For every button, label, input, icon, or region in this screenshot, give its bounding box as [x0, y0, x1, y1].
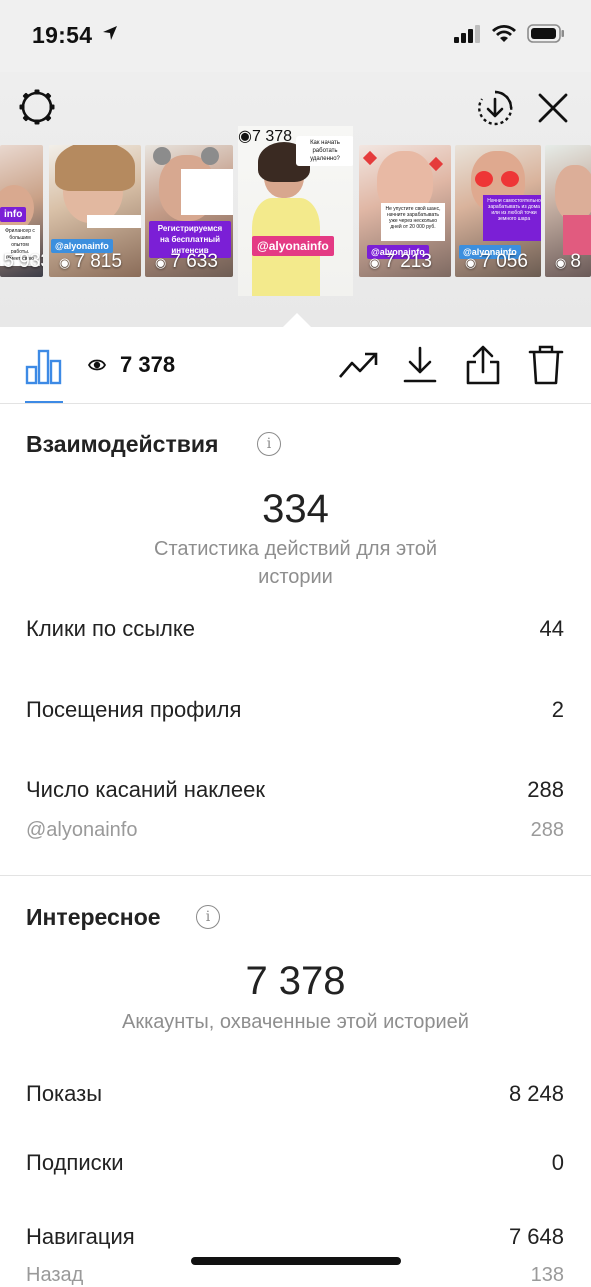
story-view-count: ◉ 7 213	[369, 251, 432, 272]
home-indicator[interactable]	[191, 1257, 401, 1265]
back-value: 138	[530, 1264, 564, 1286]
story-thumbnail[interactable]: Не упустите свой шанс, начните зарабатыв…	[359, 145, 451, 277]
follows-label: Подписки	[26, 1150, 124, 1175]
story-thumbnail[interactable]: ◉ 8	[545, 145, 591, 277]
bar-chart-icon[interactable]	[25, 347, 63, 385]
status-indicators	[454, 24, 565, 43]
gear-icon[interactable]	[18, 88, 56, 126]
navigation-label: Навигация	[26, 1224, 135, 1249]
sticker-taps-label: Число касаний наклеек	[26, 777, 265, 802]
story-view-count: ◉ 8	[555, 251, 581, 272]
sticker-mention-value: 288	[530, 819, 564, 841]
story-thumbnail[interactable]: Регистрируемся на бесплатный интенсив ◉ 7…	[145, 145, 233, 277]
story-sticker: info	[0, 207, 27, 222]
interactions-subtitle: Статистика действий для этой истории	[154, 538, 437, 588]
link-clicks-value: 44	[539, 616, 564, 641]
info-icon[interactable]: i	[196, 905, 220, 929]
follows-value: 0	[551, 1150, 564, 1175]
profile-visits-label: Посещения профиля	[26, 697, 242, 722]
story-caption	[87, 215, 141, 228]
wifi-icon	[492, 25, 516, 42]
interactions-title: Взаимодействия	[26, 431, 219, 457]
signal-icon	[454, 24, 480, 43]
sticker-taps-value: 288	[527, 777, 564, 802]
story-caption: Как начать работать удаленно?	[296, 136, 353, 166]
story-view-count: ◉ 7 633	[155, 251, 218, 272]
story-view-count: ◉5 933	[3, 251, 43, 272]
insights-toolbar: 7 378	[0, 327, 591, 404]
status-time: 19:54	[32, 22, 93, 48]
download-circle-icon[interactable]	[476, 89, 514, 127]
discovery-subtitle: Аккаунты, охваченные этой историей	[122, 1011, 469, 1033]
interactions-total: 334	[262, 487, 329, 531]
trending-up-icon[interactable]	[338, 349, 378, 383]
download-icon[interactable]	[402, 345, 438, 385]
view-count: 7 378	[120, 352, 176, 377]
story-caption	[181, 169, 233, 215]
discovery-total: 7 378	[245, 959, 346, 1003]
close-icon[interactable]	[537, 92, 569, 124]
impressions-value: 8 248	[508, 1081, 564, 1106]
discovery-title: Интересное	[26, 904, 161, 930]
info-icon[interactable]: i	[257, 432, 281, 456]
location-arrow-icon	[103, 26, 117, 40]
sticker-mention-label: @alyonainfo	[26, 819, 138, 841]
trash-icon[interactable]	[528, 344, 564, 386]
story-caption: Не упустите свой шанс, начните зарабатыв…	[381, 203, 445, 241]
active-tab-indicator	[25, 401, 63, 403]
status-bar: 19:54	[0, 0, 591, 72]
back-label: Назад	[26, 1264, 84, 1286]
story-thumbnail[interactable]: @alyonainfo ◉ 7 815	[49, 145, 141, 277]
story-view-count: ◉ 7 815	[59, 251, 122, 272]
section-divider	[0, 875, 591, 876]
navigation-value: 7 648	[508, 1224, 564, 1249]
profile-visits-value: 2	[551, 697, 564, 722]
story-view-count: ◉ 7 056	[465, 251, 528, 272]
battery-icon	[527, 24, 564, 43]
impressions-label: Показы	[26, 1081, 103, 1106]
story-thumbnail[interactable]: info Фрилансер с большим опытом работы. …	[0, 145, 43, 277]
story-caption: Начни самостоятельно зарабатывать из дом…	[483, 195, 541, 241]
share-icon[interactable]	[464, 344, 502, 386]
selected-pointer	[283, 313, 311, 327]
story-sticker: @alyonainfo	[252, 236, 334, 256]
story-thumbnail[interactable]: Начни самостоятельно зарабатывать из дом…	[455, 145, 541, 277]
link-clicks-label: Клики по ссылке	[26, 616, 195, 641]
eye-icon	[88, 359, 106, 371]
selected-story-thumbnail[interactable]: Как начать работать удаленно? @alyonainf…	[238, 126, 353, 296]
